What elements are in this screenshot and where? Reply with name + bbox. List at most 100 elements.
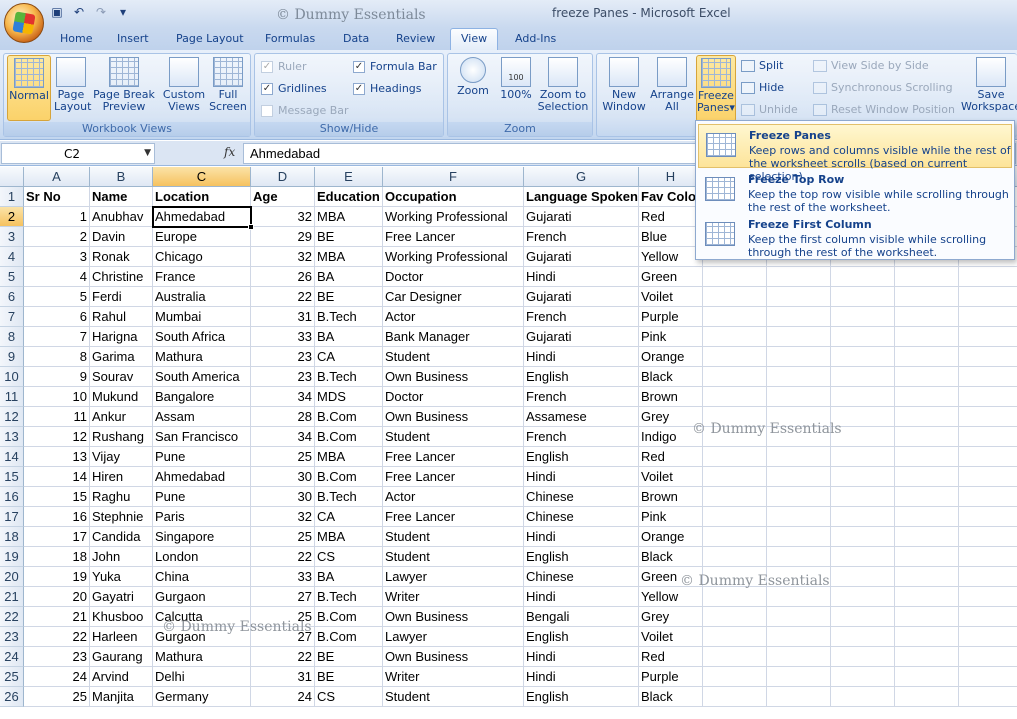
cell-c5[interactable]: France — [153, 267, 251, 287]
cell-d21[interactable]: 27 — [251, 587, 315, 607]
cell-d25[interactable]: 31 — [251, 667, 315, 687]
cell-g15[interactable]: Hindi — [524, 467, 639, 487]
cell-f9[interactable]: Student — [383, 347, 524, 367]
cell-d12[interactable]: 28 — [251, 407, 315, 427]
cell-e1[interactable]: Education — [315, 187, 383, 207]
cell-g4[interactable]: Gujarati — [524, 247, 639, 267]
cell-f26[interactable]: Student — [383, 687, 524, 707]
row-header-4[interactable]: 4 — [0, 247, 24, 267]
cell-f7[interactable]: Actor — [383, 307, 524, 327]
cell-b3[interactable]: Davin — [90, 227, 153, 247]
cell-b16[interactable]: Raghu — [90, 487, 153, 507]
cell-i11[interactable] — [703, 387, 767, 407]
ruler-checkbox[interactable]: ✓ Ruler — [261, 60, 306, 73]
cell-k16[interactable] — [831, 487, 895, 507]
cell-k20[interactable] — [831, 567, 895, 587]
cell-k22[interactable] — [831, 607, 895, 627]
cell-g12[interactable]: Assamese — [524, 407, 639, 427]
cell-d15[interactable]: 30 — [251, 467, 315, 487]
cell-l16[interactable] — [895, 487, 959, 507]
tab-home[interactable]: Home — [60, 32, 92, 45]
cell-i10[interactable] — [703, 367, 767, 387]
row-header-17[interactable]: 17 — [0, 507, 24, 527]
cell-m11[interactable] — [959, 387, 1017, 407]
office-button[interactable] — [4, 3, 44, 43]
row-header-22[interactable]: 22 — [0, 607, 24, 627]
full-screen-button[interactable]: Full Screen — [208, 55, 248, 113]
cell-b25[interactable]: Arvind — [90, 667, 153, 687]
cell-e12[interactable]: B.Com — [315, 407, 383, 427]
cell-i6[interactable] — [703, 287, 767, 307]
column-header-b[interactable]: B — [90, 167, 153, 187]
cell-g7[interactable]: French — [524, 307, 639, 327]
menu-item-freeze-panes[interactable]: Freeze Panes Keep rows and columns visib… — [698, 124, 1012, 183]
cell-e10[interactable]: B.Tech — [315, 367, 383, 387]
cell-b19[interactable]: John — [90, 547, 153, 567]
cell-a22[interactable]: 21 — [24, 607, 90, 627]
cell-i5[interactable] — [703, 267, 767, 287]
cell-f13[interactable]: Student — [383, 427, 524, 447]
cell-i16[interactable] — [703, 487, 767, 507]
cell-f10[interactable]: Own Business — [383, 367, 524, 387]
zoom-100-button[interactable]: 100 100% — [498, 55, 534, 101]
cell-g22[interactable]: Bengali — [524, 607, 639, 627]
cell-e26[interactable]: CS — [315, 687, 383, 707]
cell-b15[interactable]: Hiren — [90, 467, 153, 487]
cell-j8[interactable] — [767, 327, 831, 347]
cell-j7[interactable] — [767, 307, 831, 327]
row-header-10[interactable]: 10 — [0, 367, 24, 387]
cell-h17[interactable]: Pink — [639, 507, 703, 527]
unhide-button[interactable]: Unhide — [741, 103, 798, 116]
row-header-5[interactable]: 5 — [0, 267, 24, 287]
cell-l6[interactable] — [895, 287, 959, 307]
row-header-9[interactable]: 9 — [0, 347, 24, 367]
cell-m18[interactable] — [959, 527, 1017, 547]
cell-m22[interactable] — [959, 607, 1017, 627]
cell-e25[interactable]: BE — [315, 667, 383, 687]
cell-h16[interactable]: Brown — [639, 487, 703, 507]
cell-h11[interactable]: Brown — [639, 387, 703, 407]
cell-b1[interactable]: Name — [90, 187, 153, 207]
reset-window-position-button[interactable]: Reset Window Position — [813, 103, 955, 116]
zoom-button[interactable]: Zoom — [452, 55, 494, 97]
cell-b24[interactable]: Gaurang — [90, 647, 153, 667]
cell-g17[interactable]: Chinese — [524, 507, 639, 527]
cell-i26[interactable] — [703, 687, 767, 707]
custom-views-button[interactable]: Custom Views — [162, 55, 206, 113]
cell-m7[interactable] — [959, 307, 1017, 327]
cell-d9[interactable]: 23 — [251, 347, 315, 367]
undo-icon[interactable]: ↶ — [72, 5, 86, 19]
cell-l12[interactable] — [895, 407, 959, 427]
cell-d18[interactable]: 25 — [251, 527, 315, 547]
cell-c14[interactable]: Pune — [153, 447, 251, 467]
cell-c19[interactable]: London — [153, 547, 251, 567]
formula-bar-checkbox[interactable]: ✓ Formula Bar — [353, 60, 437, 73]
cell-m23[interactable] — [959, 627, 1017, 647]
cell-c11[interactable]: Bangalore — [153, 387, 251, 407]
cell-i15[interactable] — [703, 467, 767, 487]
cell-g20[interactable]: Chinese — [524, 567, 639, 587]
cell-e3[interactable]: BE — [315, 227, 383, 247]
cell-e21[interactable]: B.Tech — [315, 587, 383, 607]
column-header-h[interactable]: H — [639, 167, 703, 187]
row-header-3[interactable]: 3 — [0, 227, 24, 247]
cell-b9[interactable]: Garima — [90, 347, 153, 367]
cell-b20[interactable]: Yuka — [90, 567, 153, 587]
cell-h26[interactable]: Black — [639, 687, 703, 707]
cell-a23[interactable]: 22 — [24, 627, 90, 647]
column-header-d[interactable]: D — [251, 167, 315, 187]
cell-h25[interactable]: Purple — [639, 667, 703, 687]
cell-k9[interactable] — [831, 347, 895, 367]
cell-e24[interactable]: BE — [315, 647, 383, 667]
cell-j18[interactable] — [767, 527, 831, 547]
cell-b18[interactable]: Candida — [90, 527, 153, 547]
cell-h7[interactable]: Purple — [639, 307, 703, 327]
cell-g14[interactable]: English — [524, 447, 639, 467]
cell-k14[interactable] — [831, 447, 895, 467]
cell-f16[interactable]: Actor — [383, 487, 524, 507]
cell-f17[interactable]: Free Lancer — [383, 507, 524, 527]
cell-l22[interactable] — [895, 607, 959, 627]
tab-data[interactable]: Data — [343, 32, 369, 45]
cell-c12[interactable]: Assam — [153, 407, 251, 427]
cell-e5[interactable]: BA — [315, 267, 383, 287]
